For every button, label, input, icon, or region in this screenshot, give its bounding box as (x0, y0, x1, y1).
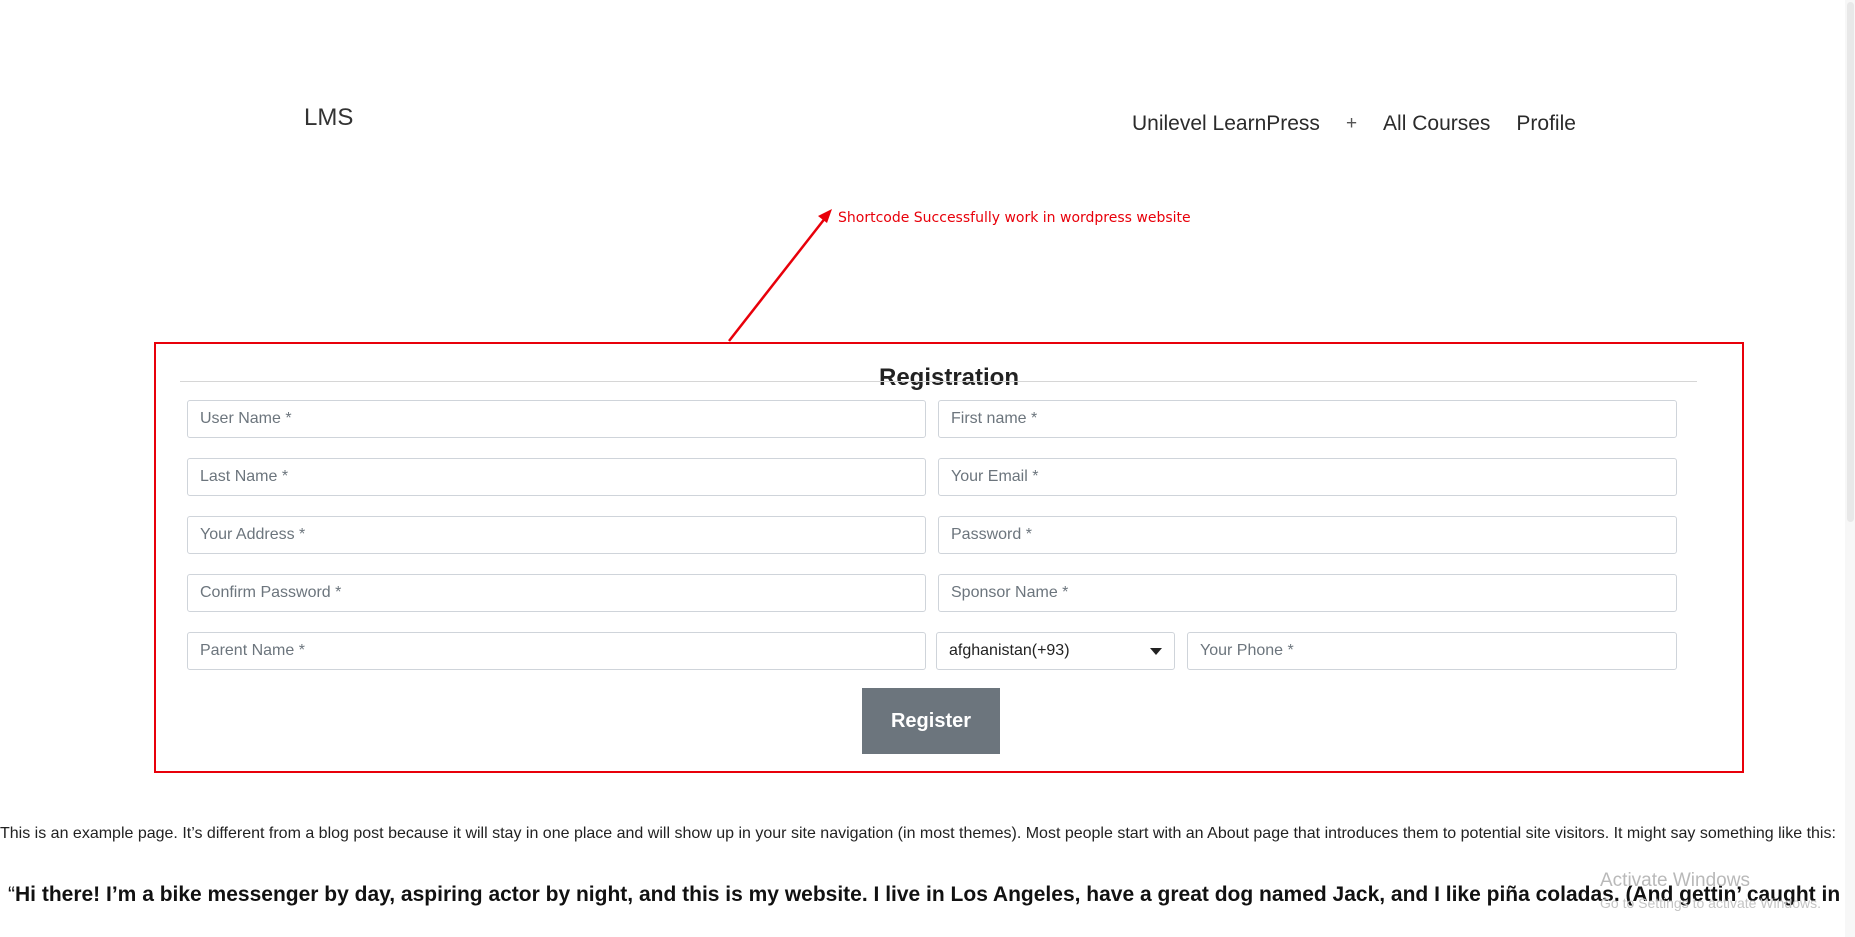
country-code-select[interactable]: afghanistan(+93) (936, 632, 1175, 670)
confirm-password-input[interactable] (200, 584, 913, 602)
address-field[interactable] (187, 516, 926, 554)
windows-activation-subtitle: Go to Settings to activate Windows. (1600, 895, 1821, 911)
site-title[interactable]: LMS (304, 104, 353, 132)
page-paragraph: This is an example page. It’s different … (0, 825, 1836, 842)
parent-name-input[interactable] (200, 642, 913, 660)
parent-name-field[interactable] (187, 632, 926, 670)
page-quote: “Hi there! I’m a bike messenger by day, … (8, 883, 1855, 907)
user-name-input[interactable] (200, 410, 913, 428)
nav-item-profile[interactable]: Profile (1516, 112, 1576, 136)
registration-title: Registration (878, 364, 1019, 391)
first-name-input[interactable] (951, 410, 1664, 428)
password-field[interactable] (938, 516, 1677, 554)
sponsor-name-field[interactable] (938, 574, 1677, 612)
password-input[interactable] (951, 526, 1664, 544)
chevron-down-icon (1150, 647, 1162, 655)
nav-item-unilevel-learnpress[interactable]: Unilevel LearnPress (1132, 112, 1320, 136)
register-button[interactable]: Register (862, 688, 1000, 754)
registration-form: Registration afghanistan(+93) Register (154, 342, 1744, 773)
registration-divider (180, 381, 1697, 382)
quote-mark: “ (8, 883, 15, 906)
nav-item-all-courses[interactable]: All Courses (1383, 112, 1490, 136)
windows-activation-title: Activate Windows (1600, 870, 1750, 891)
email-field[interactable] (938, 458, 1677, 496)
sponsor-name-input[interactable] (951, 584, 1664, 602)
last-name-field[interactable] (187, 458, 926, 496)
address-input[interactable] (200, 526, 913, 544)
last-name-input[interactable] (200, 468, 913, 486)
main-navigation: Unilevel LearnPress + All Courses Profil… (1132, 112, 1602, 136)
email-input[interactable] (951, 468, 1664, 486)
page-scrollbar[interactable] (1845, 0, 1855, 937)
confirm-password-field[interactable] (187, 574, 926, 612)
phone-input[interactable] (1200, 642, 1664, 660)
first-name-field[interactable] (938, 400, 1677, 438)
user-name-field[interactable] (187, 400, 926, 438)
quote-text: Hi there! I’m a bike messenger by day, a… (15, 883, 1855, 906)
submenu-expand-icon[interactable]: + (1346, 113, 1357, 135)
country-code-value: afghanistan(+93) (949, 642, 1070, 659)
annotation-text: Shortcode Successfully work in wordpress… (838, 210, 1191, 226)
scrollbar-thumb[interactable] (1847, 2, 1854, 522)
phone-field[interactable] (1187, 632, 1677, 670)
